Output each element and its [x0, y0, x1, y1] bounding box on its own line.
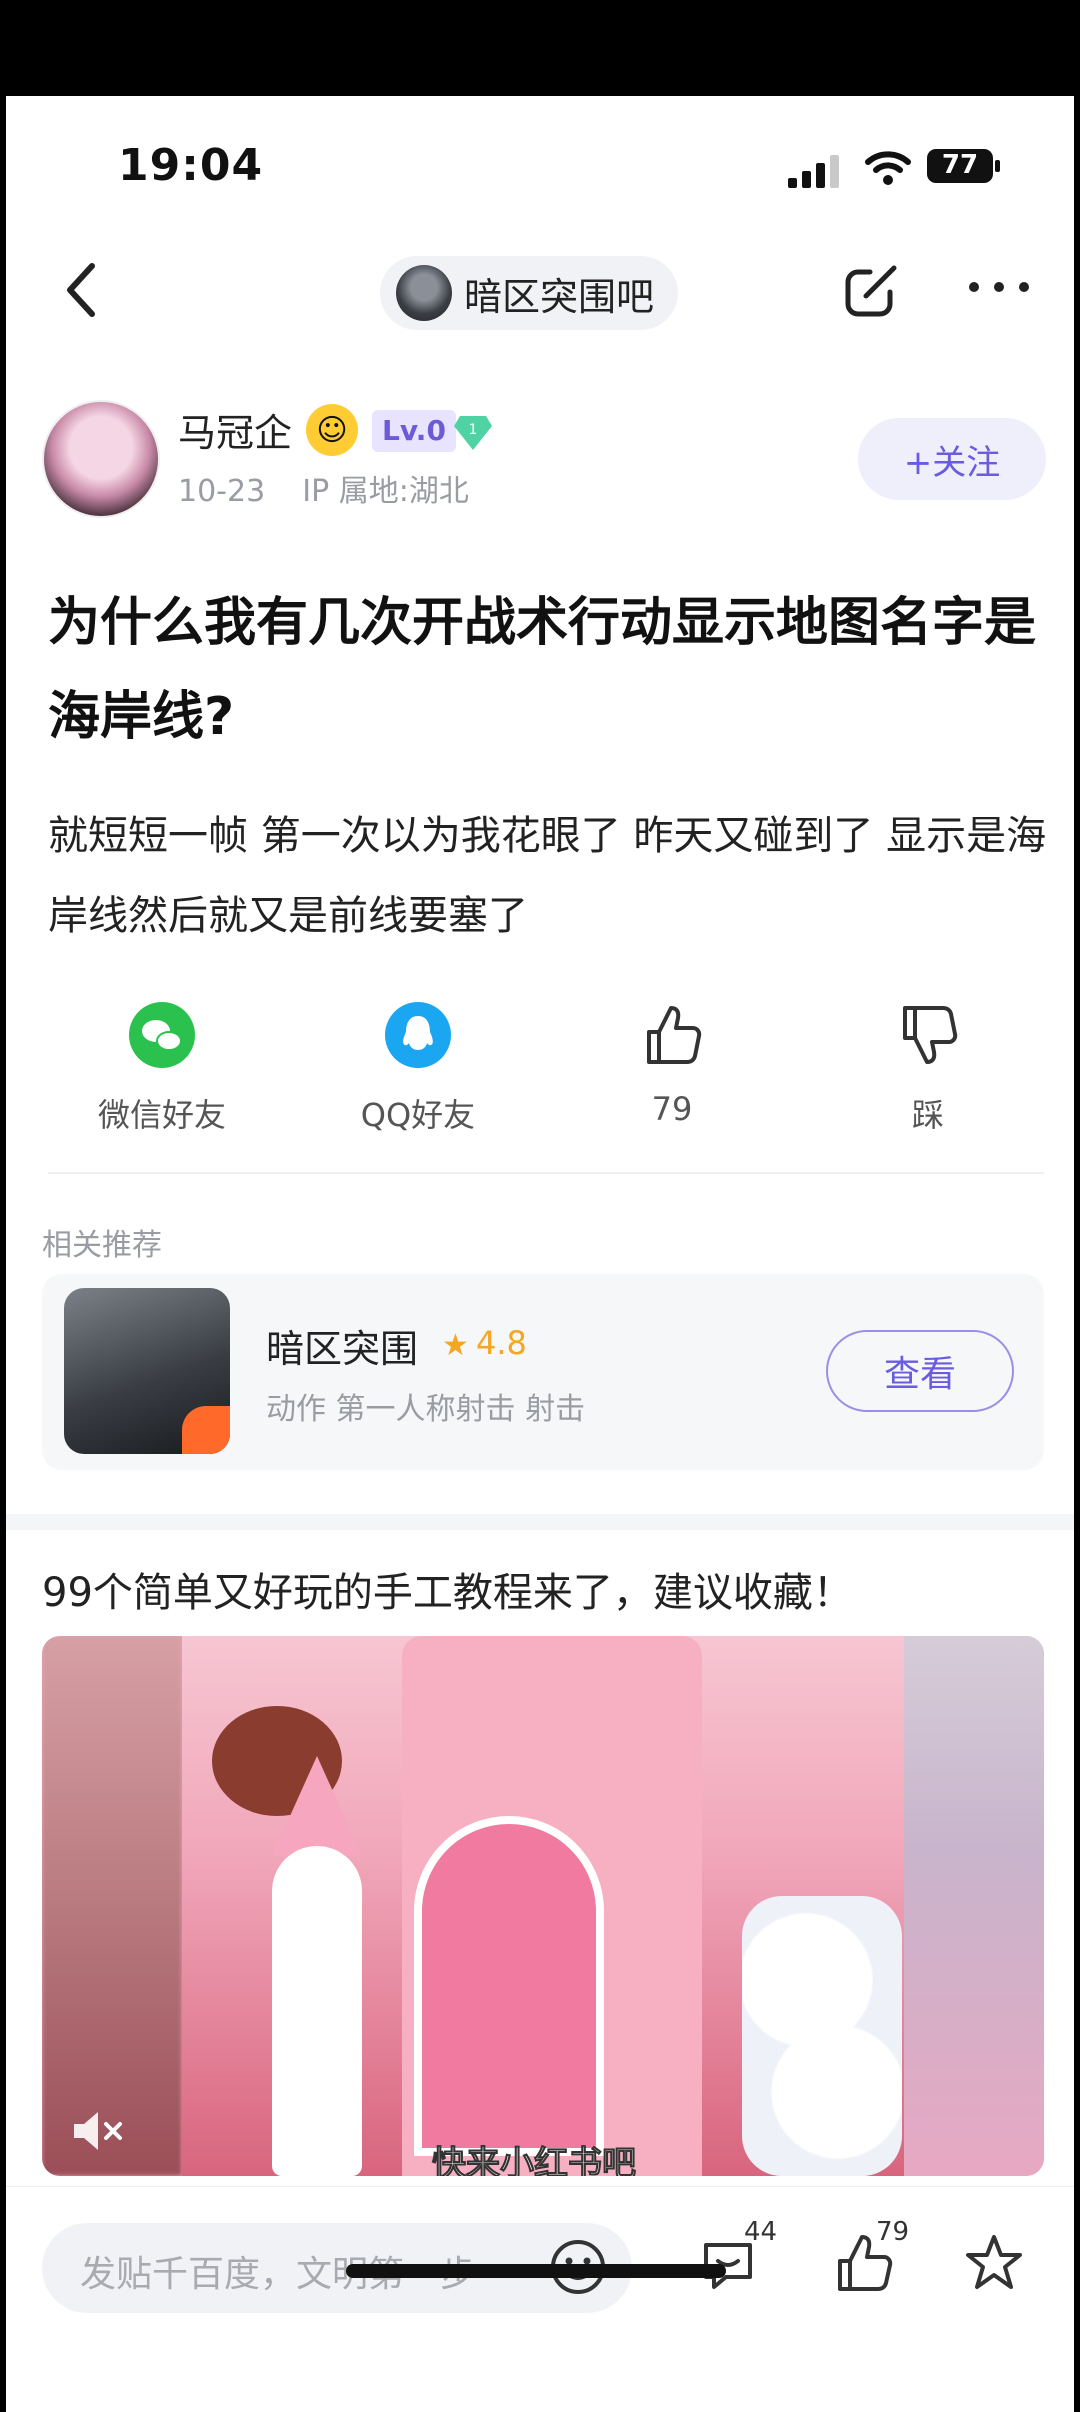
qq-icon: [385, 1002, 451, 1068]
share-edit-icon[interactable]: [840, 256, 906, 322]
game-rating: 4.8: [476, 1324, 527, 1362]
forum-pill[interactable]: 暗区突围吧: [380, 256, 679, 330]
forum-avatar: [396, 265, 452, 321]
battery-indicator: 77: [926, 148, 1002, 184]
dislike-label: 踩: [911, 1096, 944, 1134]
share-actions: 微信好友 QQ好友 79 踩: [6, 996, 1074, 1176]
gem-badge-number: 1: [469, 422, 478, 438]
star-icon: ★: [442, 1328, 469, 1363]
status-time: 19:04: [118, 140, 264, 191]
like-bottom-count: 79: [876, 2217, 910, 2247]
game-icon: [64, 1288, 230, 1454]
ip-location: IP 属地:湖北: [302, 474, 469, 509]
author-name[interactable]: 马冠企: [178, 402, 292, 457]
favorite-star-icon[interactable]: [962, 2231, 1026, 2295]
castle-door: [414, 1816, 604, 2156]
post-meta: 10-23 IP 属地:湖北: [178, 466, 469, 510]
battery-level: 77: [941, 150, 979, 180]
related-heading: 相关推荐: [42, 1228, 162, 1263]
wechat-icon: [129, 1002, 195, 1068]
level-badge: Lv.0: [372, 410, 456, 452]
gem-badge-icon: 1: [454, 416, 492, 450]
divider: [48, 1172, 1044, 1174]
dislike-action[interactable]: 踩: [828, 996, 1028, 1136]
video-frame: 快来小红书吧: [182, 1636, 904, 2176]
clouds-figure: [742, 1896, 902, 2176]
like-count: 79: [651, 1090, 693, 1128]
share-wechat[interactable]: 微信好友: [62, 996, 262, 1136]
mute-icon[interactable]: [70, 2106, 126, 2156]
share-qq[interactable]: QQ好友: [318, 996, 518, 1136]
smiley-badge-icon: ☺: [306, 404, 358, 456]
back-icon[interactable]: [56, 254, 106, 326]
status-bar: 19:04 77: [6, 96, 1074, 236]
like-action[interactable]: 79: [572, 996, 772, 1128]
comment-count: 44: [744, 2217, 778, 2247]
author-row: 马冠企 ☺ Lv.0 1 10-23 IP 属地:湖北 +关注: [6, 396, 1074, 526]
ad-video[interactable]: 快来小红书吧: [42, 1636, 1044, 2176]
related-game-card[interactable]: 暗区突围 ★ 4.8 动作 第一人称射击 射击 查看: [42, 1274, 1044, 1470]
view-button[interactable]: 查看: [826, 1330, 1014, 1412]
game-tags: 动作 第一人称射击 射击: [266, 1392, 586, 1427]
ad-title[interactable]: 99个简单又好玩的手工教程来了，建议收藏！: [42, 1560, 853, 1618]
thumbs-down-icon: [903, 1006, 958, 1064]
author-avatar[interactable]: [42, 400, 160, 518]
more-icon[interactable]: [964, 272, 1034, 302]
post-body: 就短短一帧 第一次以为我花眼了 昨天又碰到了 显示是海岸线然后就又是前线要塞了: [48, 813, 1047, 939]
share-wechat-label: 微信好友: [97, 1096, 226, 1134]
share-qq-label: QQ好友: [360, 1096, 476, 1134]
game-name: 暗区突围: [266, 1327, 419, 1371]
follow-button[interactable]: +关注: [858, 418, 1046, 500]
app-screen: 19:04 77 暗区突围吧 马冠企 ☺ Lv.0 1 10-23 IP 属地:…: [6, 96, 1074, 2412]
rocket-figure: [272, 1846, 362, 2176]
top-nav: 暗区突围吧: [6, 236, 1074, 356]
video-caption: 快来小红书吧: [432, 2144, 637, 2177]
forum-name: 暗区突围吧: [464, 274, 655, 319]
thumbs-up-icon: [647, 1006, 702, 1064]
section-separator: [6, 1514, 1074, 1530]
cellular-signal-icon: [788, 155, 839, 188]
bottom-bar: 发贴千百度，文明第一步 44 79: [6, 2186, 1074, 2412]
wifi-icon: [865, 151, 911, 185]
home-indicator[interactable]: [346, 2264, 726, 2278]
post-title: 为什么我有几次开战术行动显示地图名字是海岸线?: [48, 593, 1037, 747]
post-date: 10-23: [178, 474, 266, 509]
